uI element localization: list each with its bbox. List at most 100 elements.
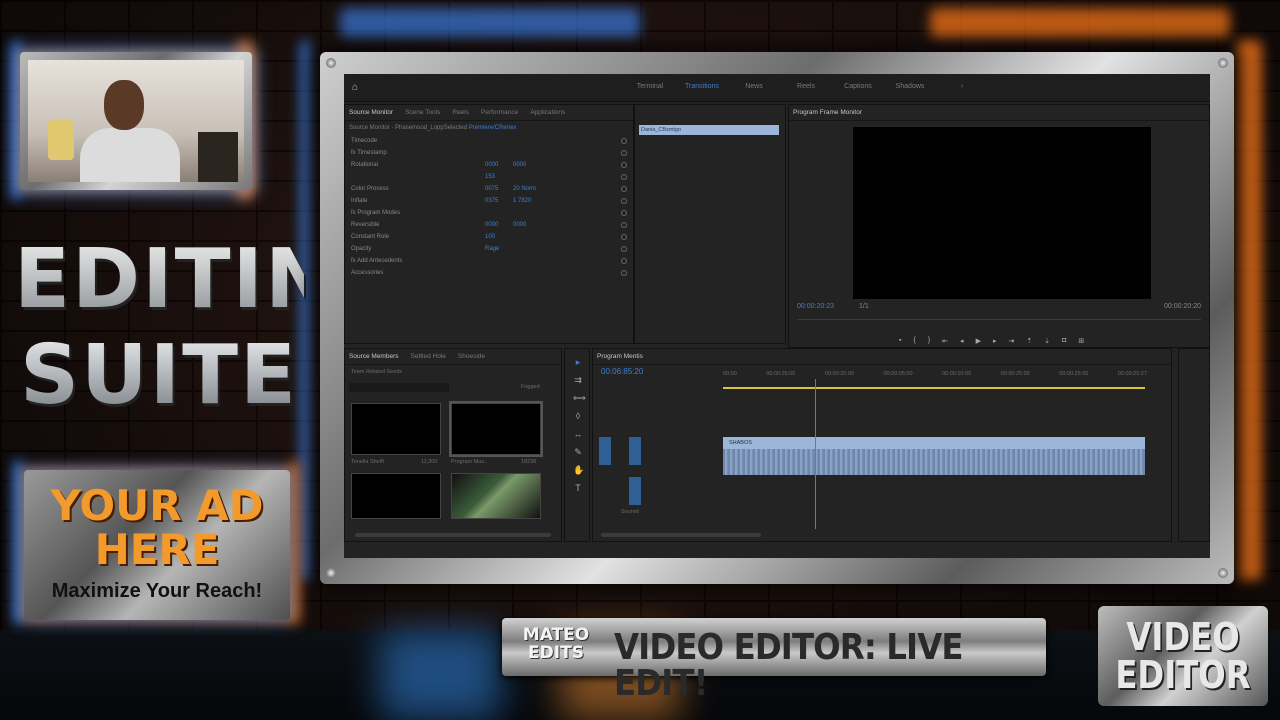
keyframe-toggle-icon[interactable]	[621, 186, 627, 192]
keyframe-toggle-icon[interactable]	[621, 258, 627, 264]
ripple-tool-icon[interactable]: ⟺	[573, 393, 586, 403]
program-fit-select[interactable]: 1/1	[859, 303, 869, 310]
effect-row[interactable]: Color Process 0075 20 Norm	[345, 183, 633, 195]
effect-row[interactable]: 153	[345, 171, 633, 183]
keyframe-toggle-icon[interactable]	[621, 174, 627, 180]
workspace-tab[interactable]: News	[728, 83, 780, 90]
effect-row-value[interactable]: 0000	[485, 162, 498, 168]
tab-shoeside[interactable]: Shoeside	[458, 353, 485, 360]
step-forward-icon[interactable]: ▸	[993, 337, 997, 345]
track-target-a2[interactable]	[629, 477, 641, 505]
effect-row-value[interactable]: 153	[485, 174, 495, 180]
effect-row[interactable]: Reversible 0000 0000	[345, 219, 633, 231]
project-search-input[interactable]	[349, 383, 449, 392]
keyframe-toggle-icon[interactable]	[621, 150, 627, 156]
badge-line-1: VIDEO	[1126, 615, 1240, 659]
slip-tool-icon[interactable]: ↔	[573, 429, 583, 439]
project-scrollbar[interactable]	[355, 533, 551, 537]
effect-row-value-2[interactable]: 0000	[513, 222, 526, 228]
effect-row[interactable]: fx Timestamp	[345, 147, 633, 159]
export-frame-icon[interactable]: ⊞	[1078, 337, 1084, 345]
effect-row-value[interactable]: 0000	[485, 222, 498, 228]
selection-tool-icon[interactable]: ▸	[573, 357, 583, 367]
razor-tool-icon[interactable]: ◊	[573, 411, 583, 421]
project-thumbnail[interactable]	[351, 403, 441, 455]
work-area-bar[interactable]	[723, 387, 1145, 389]
effect-row-value-2[interactable]: 20 Norm	[513, 186, 536, 192]
go-to-out-icon[interactable]: ⇥	[1008, 337, 1014, 345]
workspace-tab-active[interactable]: Transitions	[676, 83, 728, 90]
workspace-tab[interactable]: Captions	[832, 83, 884, 90]
tab-source-members[interactable]: Source Members	[349, 353, 399, 360]
tab-source-monitor[interactable]: Source Monitor	[349, 109, 393, 116]
keyframe-toggle-icon[interactable]	[621, 138, 627, 144]
effect-row-value[interactable]: Rage	[485, 246, 499, 252]
effect-row[interactable]: Rotational 0000 0000	[345, 159, 633, 171]
mark-in-icon[interactable]: ▪	[899, 337, 901, 345]
effect-row-value[interactable]: 0075	[485, 186, 498, 192]
extract-icon[interactable]: ⇣	[1044, 337, 1050, 345]
tab-applications[interactable]: Applications	[530, 109, 565, 116]
home-icon[interactable]: ⌂	[352, 83, 362, 93]
workspace-tab[interactable]: Reels	[780, 83, 832, 90]
project-thumbnail[interactable]	[451, 473, 541, 519]
lift-icon[interactable]: ⇡	[1026, 337, 1032, 345]
timeline-timecode[interactable]: 00:06:85:20	[601, 367, 643, 376]
keyframe-toggle-icon[interactable]	[621, 210, 627, 216]
track-select-tool-icon[interactable]: ⇉	[573, 375, 583, 385]
keyframe-toggle-icon[interactable]	[621, 270, 627, 276]
tab-scene-tools[interactable]: Scene Tools	[405, 109, 440, 116]
project-thumbnail-selected[interactable]	[449, 401, 543, 457]
go-to-in-icon[interactable]: ⇤	[942, 337, 948, 345]
program-scrub-bar[interactable]	[797, 319, 1201, 320]
tab-performance[interactable]: Performance	[481, 109, 518, 116]
tab-program-monitor[interactable]: Program Frame Monitor	[793, 109, 862, 116]
timeline-scrollbar[interactable]	[601, 533, 761, 537]
keyframe-toggle-icon[interactable]	[621, 198, 627, 204]
effect-row[interactable]: Constant Role 100	[345, 231, 633, 243]
tab-settled-hole[interactable]: Settled Hole	[411, 353, 446, 360]
ruler-tick-label: 00:00:10:00	[942, 371, 972, 377]
keyframe-toggle-icon[interactable]	[621, 162, 627, 168]
effect-row[interactable]: Accessories	[345, 267, 633, 279]
tab-sequence[interactable]: Program Mentis	[597, 353, 643, 360]
video-clip[interactable]: SHABOS	[723, 437, 1145, 449]
project-search-label: Fogged	[521, 384, 540, 390]
project-thumbnail[interactable]	[351, 473, 441, 519]
play-icon[interactable]: ▶	[976, 337, 981, 345]
playhead[interactable]	[815, 379, 816, 529]
hand-tool-icon[interactable]: ✋	[573, 465, 584, 475]
effect-row-value-2[interactable]: 1 7820	[513, 198, 531, 204]
effect-row-value-2[interactable]: 0000	[513, 162, 526, 168]
effect-row[interactable]: fx Program Modes	[345, 207, 633, 219]
workspace-tab[interactable]: Shadows	[884, 83, 936, 90]
effect-row[interactable]: fx Add Antecedents	[345, 255, 633, 267]
track-target-a1[interactable]	[629, 437, 641, 465]
type-tool-icon[interactable]: T	[573, 483, 583, 493]
title-line-1: EDITING	[14, 232, 405, 327]
keyframe-toggle-icon[interactable]	[621, 246, 627, 252]
timeline-ruler[interactable]: 00:00 00:00:25:00 00:00:20:00 00:00:05:00 00…	[723, 371, 1147, 377]
mark-in-bracket-icon[interactable]: {	[913, 337, 915, 345]
effect-clip[interactable]: Dania_CBsmtgo	[639, 125, 779, 135]
more-workspaces-chevron-icon[interactable]: ›	[936, 83, 988, 90]
step-back-icon[interactable]: ◂	[960, 337, 964, 345]
effect-row[interactable]: Inflate 0375 1 7820	[345, 195, 633, 207]
effect-path-sequence[interactable]: Premiere/CRenex	[469, 125, 517, 131]
tab-reels[interactable]: Reels	[452, 109, 469, 116]
project-item-label[interactable]: Team Related Seeds	[351, 369, 402, 375]
effect-row-value[interactable]: 0375	[485, 198, 498, 204]
ad-subtitle: Maximize Your Reach!	[51, 580, 263, 602]
effect-row[interactable]: Opacity Rage	[345, 243, 633, 255]
camera-icon[interactable]: ◘	[1062, 337, 1066, 345]
effect-row-value[interactable]: 100	[485, 234, 495, 240]
keyframe-toggle-icon[interactable]	[621, 222, 627, 228]
mark-out-bracket-icon[interactable]: }	[928, 337, 930, 345]
program-timecode-current[interactable]: 00:00:20:23	[797, 303, 834, 310]
audio-clip[interactable]	[723, 449, 1145, 475]
effect-row[interactable]: Timecode	[345, 135, 633, 147]
keyframe-toggle-icon[interactable]	[621, 234, 627, 240]
pen-tool-icon[interactable]: ✎	[573, 447, 583, 457]
track-target-v1[interactable]	[599, 437, 611, 465]
workspace-tab[interactable]: Terminal	[624, 83, 676, 90]
